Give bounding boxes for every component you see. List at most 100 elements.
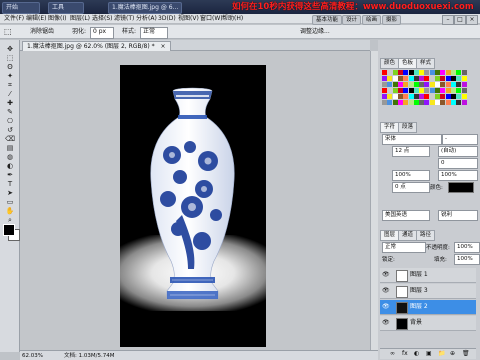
swatch[interactable] xyxy=(445,82,451,87)
swatch[interactable] xyxy=(450,70,456,75)
swatch[interactable] xyxy=(424,88,430,93)
swatch[interactable] xyxy=(445,76,451,81)
tab-channels[interactable]: 通道 xyxy=(398,230,418,241)
swatch[interactable] xyxy=(403,76,409,81)
swatch[interactable] xyxy=(429,94,435,99)
link-layers-icon[interactable]: ∞ xyxy=(390,350,395,358)
swatch[interactable] xyxy=(445,88,451,93)
menu-select[interactable]: 选择(S) xyxy=(92,15,113,23)
workspace-design[interactable]: 设计 xyxy=(342,15,362,25)
refine-edge-button[interactable]: 调整边缘... xyxy=(300,28,330,36)
swatch[interactable] xyxy=(429,70,435,75)
maximize-button[interactable]: □ xyxy=(454,15,466,25)
swatch[interactable] xyxy=(456,82,462,87)
swatch[interactable] xyxy=(387,94,393,99)
blend-mode-select[interactable]: 正常 xyxy=(382,242,426,253)
swatch[interactable] xyxy=(403,82,409,87)
workspace-photography[interactable]: 摄影 xyxy=(382,15,402,25)
swatch[interactable] xyxy=(424,76,430,81)
font-size-field[interactable]: 12 点 xyxy=(392,146,430,157)
marquee-tool-icon[interactable]: ⬚ xyxy=(4,28,12,36)
swatch[interactable] xyxy=(413,76,419,81)
menu-help[interactable]: 帮助(H) xyxy=(222,15,243,23)
tab-layers[interactable]: 图层 xyxy=(380,230,400,241)
layer-row[interactable]: 👁 图层 1 xyxy=(380,268,476,283)
swatch[interactable] xyxy=(382,82,387,87)
tab-paths[interactable]: 路径 xyxy=(416,230,436,241)
swatch[interactable] xyxy=(456,94,462,99)
swatch[interactable] xyxy=(445,70,451,75)
visibility-eye-icon[interactable]: 👁 xyxy=(382,271,390,279)
swatch[interactable] xyxy=(408,88,414,93)
swatch[interactable] xyxy=(392,88,398,93)
vertical-scrollbar[interactable] xyxy=(370,51,378,350)
swatch[interactable] xyxy=(429,76,435,81)
swatch[interactable] xyxy=(461,70,467,75)
new-layer-icon[interactable]: ⊕ xyxy=(450,350,455,358)
swatch[interactable] xyxy=(403,94,409,99)
swatch[interactable] xyxy=(387,82,393,87)
swatch[interactable] xyxy=(408,94,414,99)
visibility-eye-icon[interactable]: 👁 xyxy=(382,319,390,327)
font-style-select[interactable]: - xyxy=(442,134,478,145)
swatch[interactable] xyxy=(382,94,387,99)
tracking-field[interactable]: 0 xyxy=(438,158,478,169)
visibility-eye-icon[interactable]: 👁 xyxy=(382,303,390,311)
swatch[interactable] xyxy=(456,70,462,75)
swatch[interactable] xyxy=(397,70,403,75)
menu-filter[interactable]: 滤镜(T) xyxy=(114,15,134,23)
layer-row[interactable]: 👁 图层 2 xyxy=(380,300,476,315)
swatch[interactable] xyxy=(392,94,398,99)
swatch[interactable] xyxy=(392,82,398,87)
swatch[interactable] xyxy=(445,94,451,99)
layer-style-icon[interactable]: fx xyxy=(402,350,408,358)
menu-window[interactable]: 窗口(W) xyxy=(200,15,223,23)
style-select[interactable]: 正常 xyxy=(143,28,155,36)
menu-edit[interactable]: 编辑(E) xyxy=(26,15,46,23)
swatch[interactable] xyxy=(392,100,398,105)
layer-row[interactable]: 👁 图层 3 xyxy=(380,284,476,299)
swatch[interactable] xyxy=(424,82,430,87)
swatch[interactable] xyxy=(413,94,419,99)
adjustment-layer-icon[interactable]: ▣ xyxy=(426,350,432,358)
workspace-essentials[interactable]: 基本功能 xyxy=(312,15,343,25)
menu-layer[interactable]: 图层(L) xyxy=(70,15,90,23)
antialias-checkbox[interactable]: 消除锯齿 xyxy=(30,28,54,36)
minimize-button[interactable]: – xyxy=(442,15,454,25)
antialias-select[interactable]: 锐利 xyxy=(438,210,478,221)
swatch[interactable] xyxy=(424,100,430,105)
swatch[interactable] xyxy=(387,100,393,105)
menu-analysis[interactable]: 分析(A) xyxy=(136,15,157,23)
swatch[interactable] xyxy=(429,82,435,87)
foreground-color-swatch[interactable] xyxy=(3,224,15,236)
taskbar-item-tools[interactable]: 工具 xyxy=(48,2,84,14)
swatch[interactable] xyxy=(408,70,414,75)
swatch[interactable] xyxy=(450,82,456,87)
swatch[interactable] xyxy=(382,76,387,81)
swatch[interactable] xyxy=(403,70,409,75)
swatch[interactable] xyxy=(403,100,409,105)
close-tab-icon[interactable]: × xyxy=(161,43,166,50)
baseline-field[interactable]: 0 点 xyxy=(392,182,430,193)
horizontal-scale-field[interactable]: 100% xyxy=(438,170,478,181)
swatch[interactable] xyxy=(450,88,456,93)
swatch[interactable] xyxy=(403,88,409,93)
swatch[interactable] xyxy=(461,76,467,81)
swatch[interactable] xyxy=(419,82,425,87)
swatch[interactable] xyxy=(392,76,398,81)
swatch[interactable] xyxy=(435,76,440,81)
delete-layer-icon[interactable]: 🗑 xyxy=(462,350,470,358)
workspace-painting[interactable]: 绘画 xyxy=(362,15,382,25)
swatch[interactable] xyxy=(461,82,467,87)
feather-field[interactable]: 0 px xyxy=(93,28,106,36)
taskbar-item-photoshop[interactable]: 1.魔法棒抠图.jpg @ 6... xyxy=(108,2,182,14)
menu-file[interactable]: 文件(F) xyxy=(4,15,24,23)
swatch[interactable] xyxy=(435,88,440,93)
swatch[interactable] xyxy=(461,94,467,99)
swatch[interactable] xyxy=(440,94,446,99)
tab-paragraph[interactable]: 段落 xyxy=(398,122,418,133)
swatch[interactable] xyxy=(408,76,414,81)
swatch[interactable] xyxy=(445,100,451,105)
swatch[interactable] xyxy=(461,100,467,105)
swatch[interactable] xyxy=(440,76,446,81)
